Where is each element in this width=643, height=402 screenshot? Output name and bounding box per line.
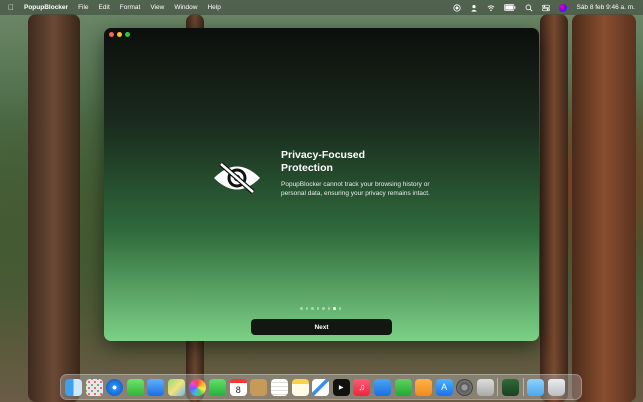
- popupblocker-icon[interactable]: [502, 378, 520, 396]
- onboarding-window: Privacy-Focused Protection PopupBlocker …: [104, 28, 539, 341]
- numbers-icon[interactable]: [394, 378, 412, 396]
- mail-icon[interactable]: [147, 378, 165, 396]
- tree-trunk: [28, 14, 80, 402]
- menu-file[interactable]: File: [78, 4, 88, 11]
- menu-edit[interactable]: Edit: [99, 4, 110, 11]
- tree-trunk: [540, 14, 568, 402]
- keynote-icon[interactable]: [373, 378, 391, 396]
- page-dot[interactable]: [316, 307, 319, 310]
- dock: 8 ▶ ♫ A: [60, 374, 582, 400]
- eye-slash-icon: [214, 162, 260, 194]
- menu-window[interactable]: Window: [174, 4, 197, 11]
- menu-clock[interactable]: Sáb 8 feb 9:46 a. m.: [576, 4, 635, 11]
- siri-icon[interactable]: [559, 3, 568, 12]
- photos-icon[interactable]: [188, 378, 206, 396]
- control-center-icon[interactable]: [542, 4, 551, 12]
- page-dot-active[interactable]: [333, 307, 336, 310]
- app-menu[interactable]: PopupBlocker: [24, 4, 68, 11]
- calendar-day: 8: [235, 384, 241, 395]
- onboarding-title: Privacy-Focused Protection: [281, 149, 366, 174]
- messages-icon[interactable]: [126, 378, 144, 396]
- page-dot[interactable]: [311, 307, 314, 310]
- music-icon[interactable]: ♫: [353, 378, 371, 396]
- menu-help[interactable]: Help: [207, 4, 220, 11]
- tree-trunk: [572, 14, 636, 402]
- tv-icon[interactable]: ▶: [332, 378, 350, 396]
- contacts-icon[interactable]: [250, 378, 268, 396]
- launchpad-icon[interactable]: [85, 378, 103, 396]
- facetime-icon[interactable]: [209, 378, 227, 396]
- minimize-button[interactable]: [117, 32, 122, 37]
- maps-icon[interactable]: [167, 378, 185, 396]
- page-indicator: [300, 307, 341, 310]
- wifi-icon[interactable]: [487, 4, 495, 12]
- menu-bar:  PopupBlocker File Edit Format View Win…: [0, 0, 643, 15]
- calendar-icon[interactable]: 8: [229, 378, 247, 396]
- apple-menu-icon[interactable]: : [8, 3, 14, 12]
- page-dot[interactable]: [300, 307, 303, 310]
- dock-separator: [522, 378, 524, 396]
- user-icon[interactable]: [470, 4, 478, 12]
- finder-icon[interactable]: [65, 378, 82, 396]
- search-icon[interactable]: [525, 4, 533, 12]
- system-settings-icon[interactable]: [456, 378, 474, 396]
- fullscreen-button[interactable]: [125, 32, 130, 37]
- page-dot[interactable]: [305, 307, 308, 310]
- page-dot[interactable]: [322, 307, 325, 310]
- page-dot[interactable]: [338, 307, 341, 310]
- menu-view[interactable]: View: [150, 4, 164, 11]
- safari-icon[interactable]: [106, 378, 124, 396]
- dock-separator: [497, 378, 499, 396]
- next-button[interactable]: Next: [251, 319, 392, 335]
- close-button[interactable]: [109, 32, 114, 37]
- battery-icon[interactable]: [504, 4, 516, 11]
- onboarding-description: PopupBlocker cannot track your browsing …: [281, 181, 430, 197]
- window-controls: [109, 32, 130, 37]
- trash-icon[interactable]: [547, 378, 565, 396]
- screen-record-icon[interactable]: [453, 3, 462, 12]
- freeform-icon[interactable]: [312, 378, 330, 396]
- iphone-mirroring-icon[interactable]: [476, 378, 494, 396]
- downloads-folder-icon[interactable]: [527, 378, 545, 396]
- pages-icon[interactable]: [415, 378, 433, 396]
- notes-icon[interactable]: [291, 378, 309, 396]
- reminders-icon[interactable]: [270, 378, 288, 396]
- menu-format[interactable]: Format: [120, 4, 141, 11]
- page-dot[interactable]: [327, 307, 330, 310]
- app-store-icon[interactable]: A: [435, 378, 453, 396]
